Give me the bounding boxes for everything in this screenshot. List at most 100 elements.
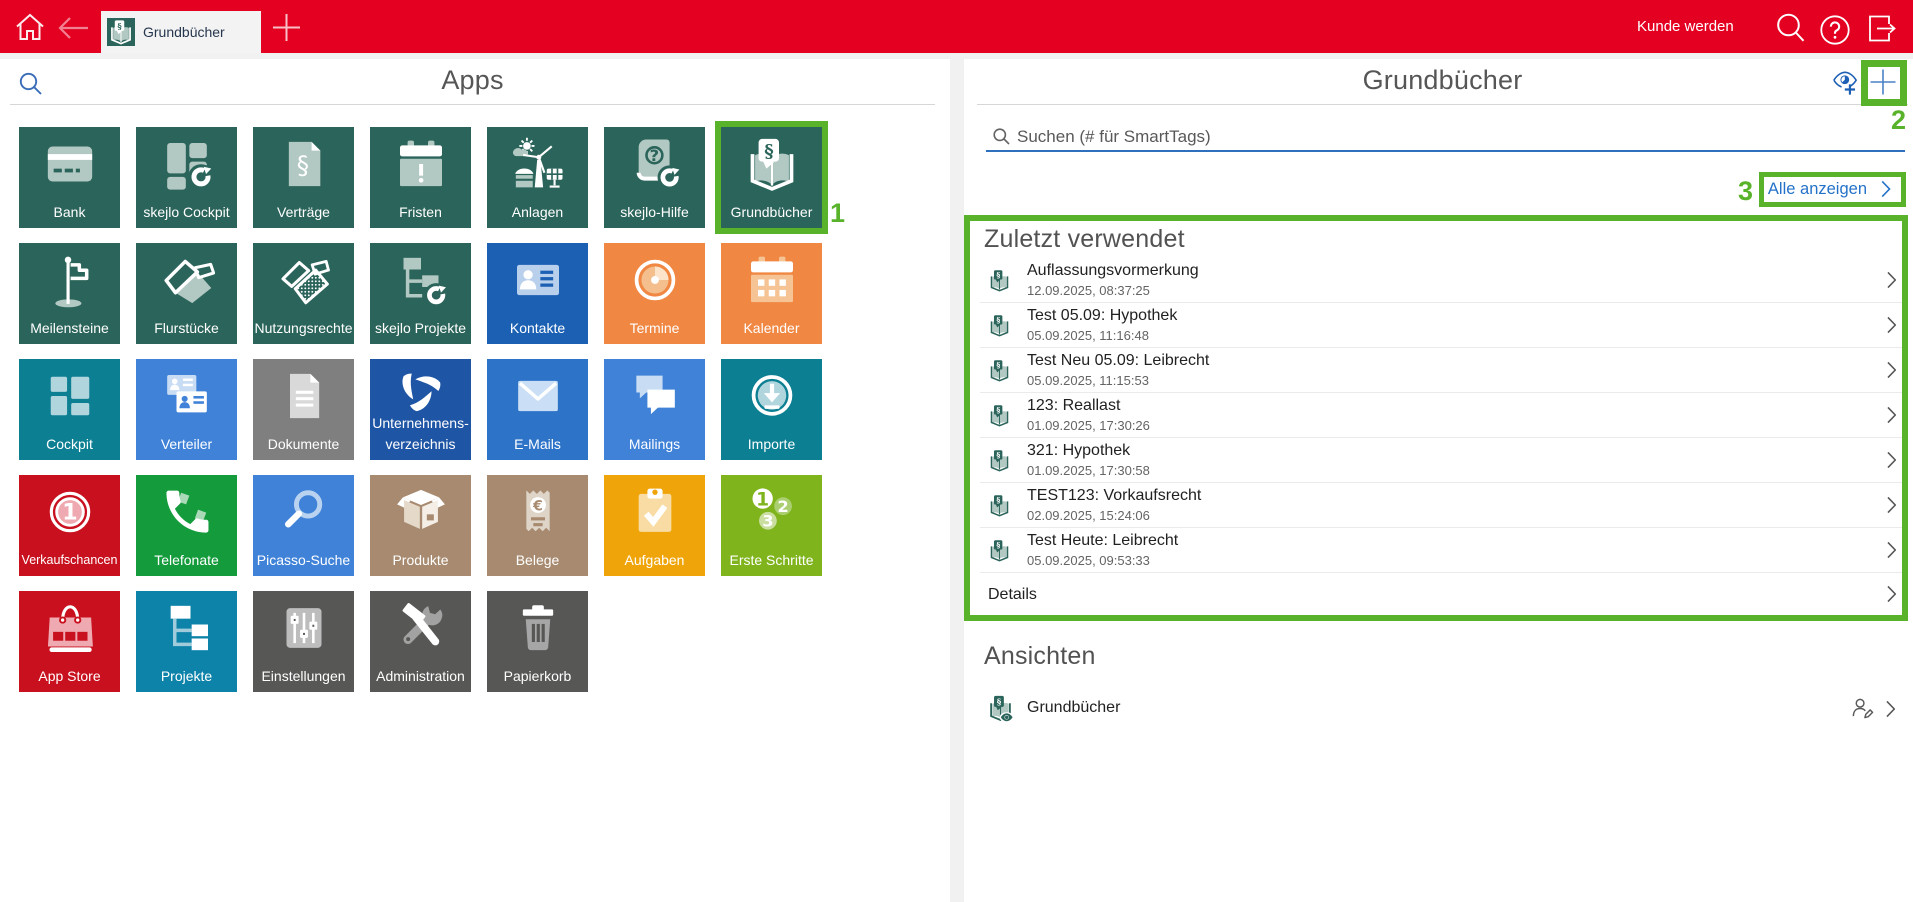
recent-list: Auflassungsvormerkung 12.09.2025, 08:37:… — [980, 258, 1905, 617]
chevron-right-icon — [1887, 585, 1897, 603]
grundbuch-item-icon — [988, 314, 1011, 337]
app-tile-label-line: Erste Schritte — [715, 550, 828, 571]
recent-item[interactable]: 321: Hypothek 01.09.2025, 17:30:58 — [980, 438, 1905, 483]
cockpit-sync-icon — [159, 136, 215, 192]
app-tile-verkaufschancen[interactable]: Verkaufschancen — [19, 475, 120, 576]
app-tile-label: Termine — [598, 318, 711, 339]
app-tile-produkte[interactable]: Produkte — [370, 475, 471, 576]
app-tile-belege[interactable]: Belege — [487, 475, 588, 576]
app-tile-flurst-cke[interactable]: Flurstücke — [136, 243, 237, 344]
recent-item-timestamp: 05.09.2025, 11:15:53 — [1027, 373, 1149, 388]
app-tile-label-line: Bank — [13, 202, 126, 223]
home-icon[interactable] — [15, 13, 45, 41]
app-tile-dokumente[interactable]: Dokumente — [253, 359, 354, 460]
recent-item-title: Test Heute: Leibrecht — [1027, 532, 1178, 550]
chance1-icon — [42, 484, 98, 540]
doc-para-icon — [276, 136, 332, 192]
app-tile-label: App Store — [13, 666, 126, 687]
grundbuecher-panel-header: Grundbücher — [977, 59, 1908, 105]
app-tile-picasso-suche[interactable]: Picasso-Suche — [253, 475, 354, 576]
app-tile-importe[interactable]: Importe — [721, 359, 822, 460]
app-tile-nutzungsrechte[interactable]: Nutzungsrechte — [253, 243, 354, 344]
app-tile-erste-schritte[interactable]: Erste Schritte — [721, 475, 822, 576]
app-tile-bank[interactable]: Bank — [19, 127, 120, 228]
app-tile-label: Erste Schritte — [715, 550, 828, 571]
help-icon[interactable] — [1820, 15, 1850, 45]
app-tile-e-mails[interactable]: E-Mails — [487, 359, 588, 460]
back-icon[interactable] — [57, 16, 89, 40]
app-tile-label-line: Belege — [481, 550, 594, 571]
search-icon[interactable] — [1776, 13, 1805, 43]
app-tile-cockpit[interactable]: Cockpit — [19, 359, 120, 460]
recent-item-timestamp: 02.09.2025, 15:24:06 — [1027, 508, 1150, 523]
app-tile-verteiler[interactable]: Verteiler — [136, 359, 237, 460]
recent-item[interactable]: Auflassungsvormerkung 12.09.2025, 08:37:… — [980, 258, 1905, 303]
details-row[interactable]: Details — [980, 573, 1905, 617]
app-tile-label: Projekte — [130, 666, 243, 687]
grundbuch-item-icon — [988, 404, 1011, 427]
recent-item-timestamp: 01.09.2025, 17:30:58 — [1027, 463, 1150, 478]
app-tile-unternehmensverzeichnis[interactable]: Unternehmens-verzeichnis — [370, 359, 471, 460]
app-tile-label: Verträge — [247, 202, 360, 223]
recent-item[interactable]: Test Heute: Leibrecht 05.09.2025, 09:53:… — [980, 528, 1905, 573]
app-tile-vertr-ge[interactable]: Verträge — [253, 127, 354, 228]
app-tile-kalender[interactable]: Kalender — [721, 243, 822, 344]
app-tile-label-line: skejlo-Hilfe — [598, 202, 711, 223]
bubbles-icon — [627, 368, 683, 424]
app-tile-papierkorb[interactable]: Papierkorb — [487, 591, 588, 692]
app-tile-label: Kalender — [715, 318, 828, 339]
app-tile-skejlo-projekte[interactable]: skejlo Projekte — [370, 243, 471, 344]
app-tile-einstellungen[interactable]: Einstellungen — [253, 591, 354, 692]
recent-item[interactable]: Test Neu 05.09: Leibrecht 05.09.2025, 11… — [980, 348, 1905, 393]
app-tile-label: Verkaufschancen — [13, 550, 126, 571]
app-tile-fristen[interactable]: Fristen — [370, 127, 471, 228]
app-tile-label: Einstellungen — [247, 666, 360, 687]
chevron-right-icon — [1887, 451, 1897, 469]
plant-icon — [510, 136, 566, 192]
view-item-grundbuecher[interactable]: Grundbücher — [984, 687, 1904, 732]
show-all-button[interactable]: Alle anzeigen — [1764, 178, 1901, 202]
cal-alert-icon — [393, 136, 449, 192]
app-tile-skejlo-hilfe[interactable]: skejlo-Hilfe — [604, 127, 705, 228]
share-person-icon[interactable] — [1851, 697, 1874, 720]
receipt-icon — [510, 484, 566, 540]
app-tile-label: Administration — [364, 666, 477, 687]
phone-icon — [159, 484, 215, 540]
plus-icon[interactable] — [1868, 67, 1898, 97]
app-tile-projekte[interactable]: Projekte — [136, 591, 237, 692]
view-item-label: Grundbücher — [1027, 699, 1120, 717]
contact-card-icon — [510, 252, 566, 308]
annotation-label-2: 2 — [1891, 107, 1906, 134]
magnifier-icon — [276, 484, 332, 540]
recent-item[interactable]: 123: Reallast 01.09.2025, 17:30:26 — [980, 393, 1905, 438]
app-tile-termine[interactable]: Termine — [604, 243, 705, 344]
chevron-right-icon — [1887, 316, 1897, 334]
app-tile-administration[interactable]: Administration — [370, 591, 471, 692]
app-tile-aufgaben[interactable]: Aufgaben — [604, 475, 705, 576]
recent-item-title: Test 05.09: Hypothek — [1027, 307, 1177, 325]
app-tile-telefonate[interactable]: Telefonate — [136, 475, 237, 576]
app-tile-kontakte[interactable]: Kontakte — [487, 243, 588, 344]
apps-panel: Apps Bank skejlo Cockpit Verträge Friste… — [0, 59, 950, 902]
eye-plus-icon[interactable] — [1832, 70, 1858, 96]
grundbuch-item-icon — [988, 269, 1011, 292]
app-tile-app-store[interactable]: App Store — [19, 591, 120, 692]
recent-item[interactable]: Test 05.09: Hypothek 05.09.2025, 11:16:4… — [980, 303, 1905, 348]
app-tile-anlagen[interactable]: Anlagen — [487, 127, 588, 228]
logout-icon[interactable] — [1867, 14, 1897, 43]
app-tile-skejlo-cockpit[interactable]: skejlo Cockpit — [136, 127, 237, 228]
app-tile-grundb-cher[interactable]: Grundbücher — [721, 127, 822, 228]
app-tile-label-line: skejlo Projekte — [364, 318, 477, 339]
app-tile-label-line: Picasso-Suche — [247, 550, 360, 571]
app-tile-mailings[interactable]: Mailings — [604, 359, 705, 460]
new-tab-plus-icon[interactable] — [271, 12, 302, 43]
app-tile-label: Produkte — [364, 550, 477, 571]
recent-item-title: 123: Reallast — [1027, 397, 1120, 415]
kunde-werden-link[interactable]: Kunde werden — [1637, 0, 1734, 53]
flag-icon — [42, 252, 98, 308]
search-input[interactable] — [1017, 125, 1877, 149]
recent-item[interactable]: TEST123: Vorkaufsrecht 02.09.2025, 15:24… — [980, 483, 1905, 528]
app-tile-meilensteine[interactable]: Meilensteine — [19, 243, 120, 344]
tab-grundbuecher[interactable]: Grundbücher — [101, 11, 261, 53]
show-all-label: Alle anzeigen — [1768, 180, 1867, 199]
